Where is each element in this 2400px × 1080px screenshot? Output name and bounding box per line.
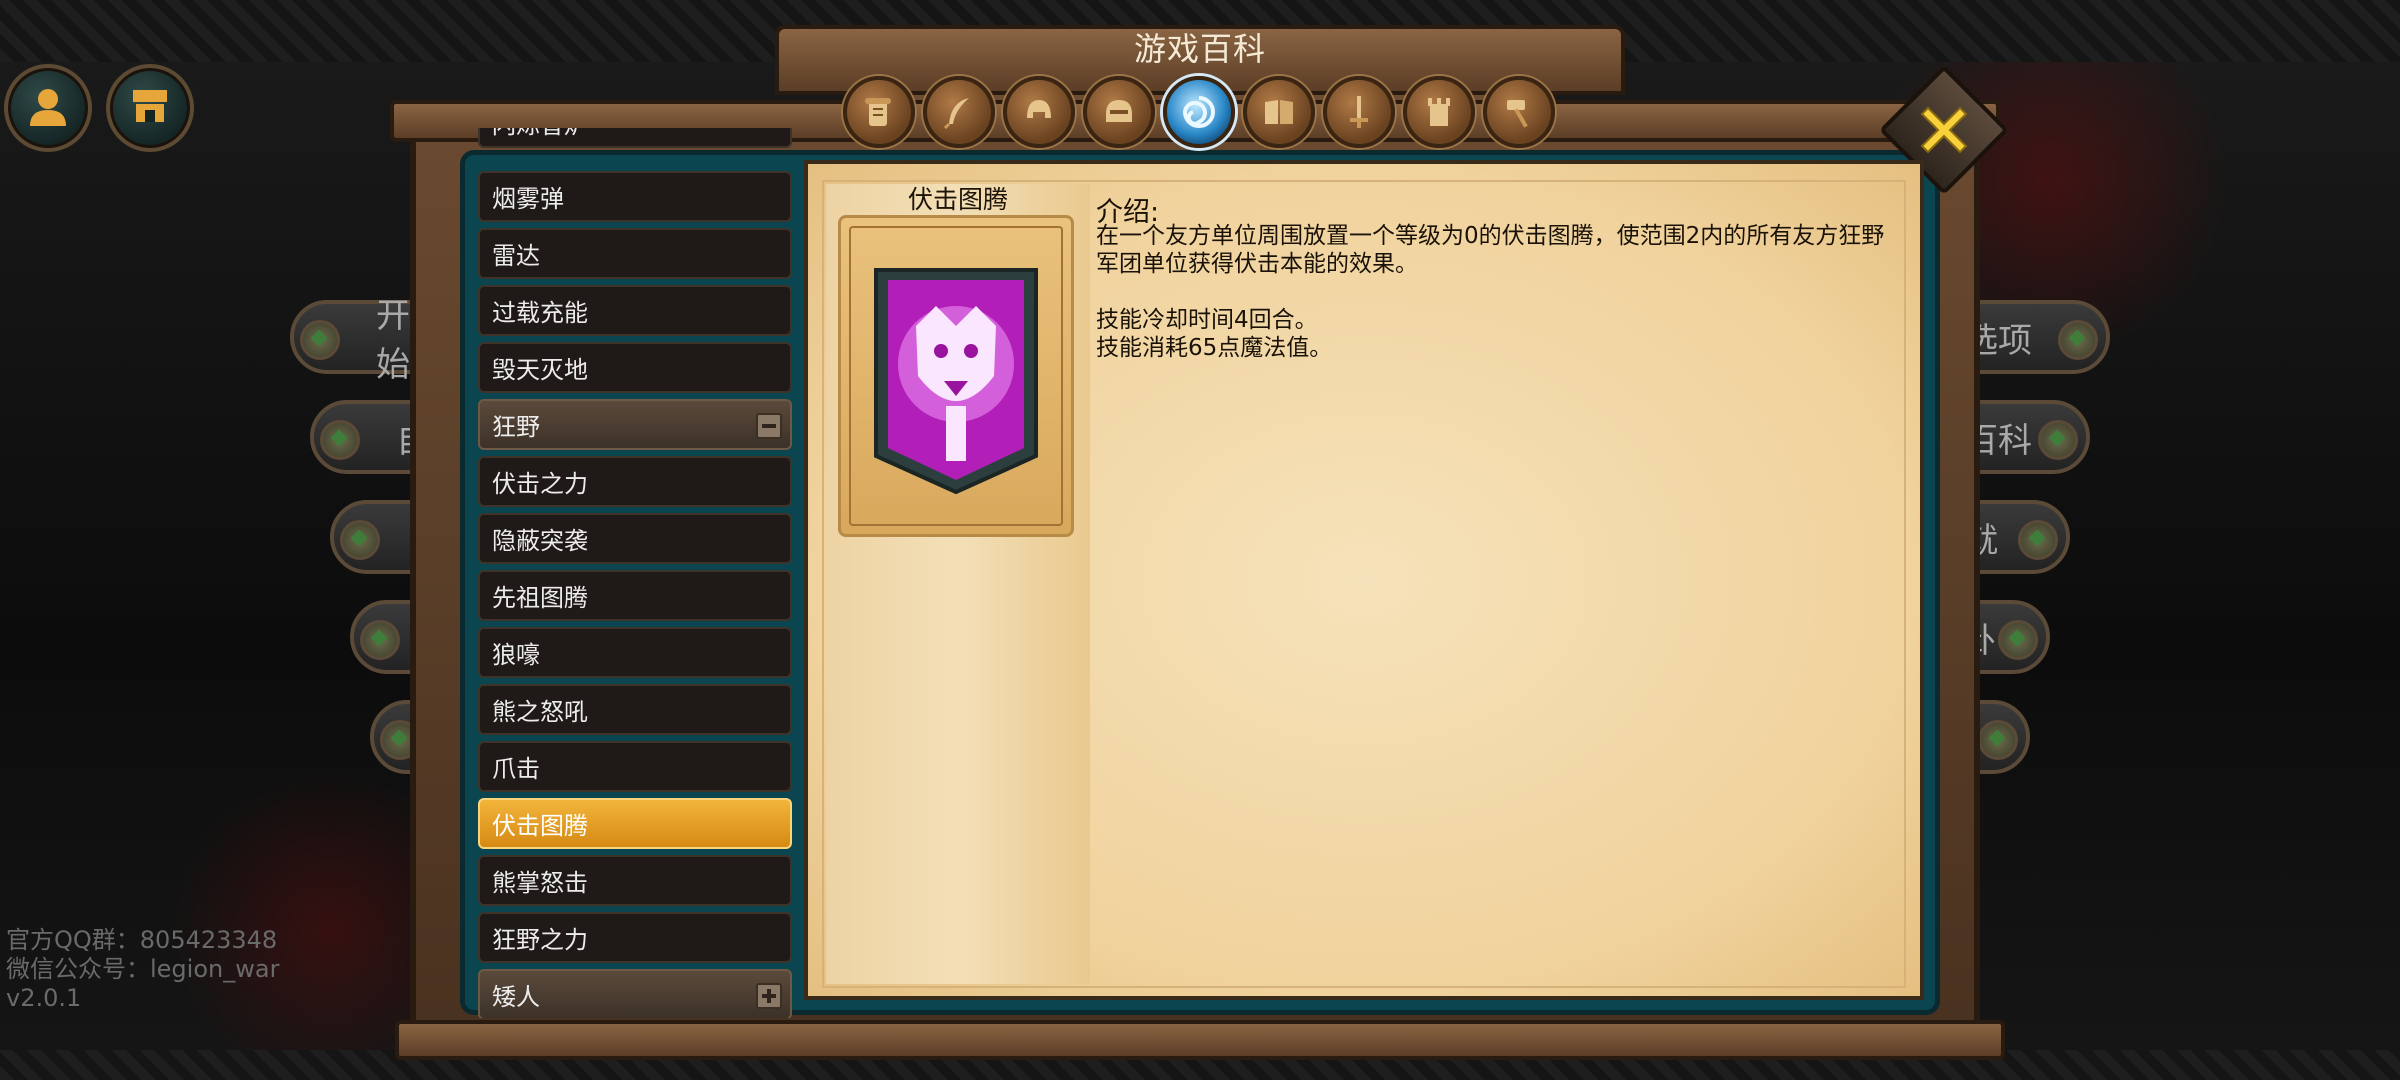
list-item[interactable]: 闪烁香炉 [478, 128, 792, 148]
expand-icon[interactable] [756, 983, 782, 1009]
armored-helmet-icon [1106, 100, 1132, 122]
shop-icon [133, 90, 167, 122]
version-text: v2.0.1 [6, 984, 82, 1012]
feather-icon [943, 98, 969, 130]
gem-icon [1978, 720, 2018, 760]
tab-hammer[interactable] [1483, 76, 1555, 148]
tab-armored-helmet[interactable] [1083, 76, 1155, 148]
close-icon [1920, 106, 1968, 154]
list-item[interactable]: 先祖图腾 [478, 570, 792, 621]
helmet-icon [1027, 100, 1051, 118]
list-item[interactable]: 雷达 [478, 228, 792, 279]
list-item[interactable]: 熊之怒吼 [478, 684, 792, 735]
tab-feather[interactable] [923, 76, 995, 148]
category-tabs [843, 76, 1555, 148]
category-dwarf[interactable]: 矮人 [478, 969, 792, 1018]
list-item[interactable]: 隐蔽突袭 [478, 513, 792, 564]
gem-icon [2018, 520, 2058, 560]
list-item[interactable]: 狼嚎 [478, 627, 792, 678]
tab-tower[interactable] [1403, 76, 1475, 148]
list-item[interactable]: 毁天灭地 [478, 342, 792, 393]
dialog-title: 游戏百科 [1133, 30, 1266, 68]
list-item[interactable]: 狂野之力 [478, 912, 792, 963]
skill-icon-card [838, 215, 1074, 537]
scroll-icon [865, 98, 891, 126]
tab-book[interactable] [1243, 76, 1315, 148]
bear-totem-icon [874, 268, 1038, 495]
skill-name: 伏击图腾 [907, 185, 1008, 214]
gem-icon [2038, 420, 2078, 460]
list-item[interactable]: 烟雾弹 [478, 171, 792, 222]
category-wild[interactable]: 狂野 [478, 399, 792, 450]
tab-scroll[interactable] [843, 76, 915, 148]
description-text: 在一个友方单位周围放置一个等级为0的伏击图腾，使范围2内的所有友方狂野军团单位获… [1096, 223, 1885, 361]
hammer-icon [1507, 100, 1528, 128]
wechat-text: 微信公众号：legion_war [6, 955, 280, 983]
shop-button[interactable] [106, 64, 194, 152]
profile-button[interactable] [4, 64, 92, 152]
gem-icon [1998, 620, 2038, 660]
tower-icon [1428, 98, 1450, 126]
collapse-icon[interactable] [756, 413, 782, 439]
list-item[interactable]: 熊掌怒击 [478, 855, 792, 906]
magic-swirl-icon [1182, 96, 1215, 128]
qq-group-text: 官方QQ群：805423348 [6, 926, 278, 954]
dialog-frame-bottom [395, 1020, 2005, 1060]
footer-info: 官方QQ群：805423348 微信公众号：legion_war v2.0.1 [6, 926, 279, 1013]
list-item-selected[interactable]: 伏击图腾 [478, 798, 792, 849]
sword-icon [1350, 96, 1368, 128]
skill-list[interactable]: 闪烁香炉 烟雾弹 雷达 过载充能 毁天灭地 狂野 伏击之力 隐蔽突袭 先祖图腾 … [478, 128, 792, 1018]
person-icon [30, 89, 66, 126]
gem-icon [340, 520, 380, 560]
gem-icon [300, 320, 340, 360]
tab-magic[interactable] [1163, 76, 1235, 148]
book-icon [1265, 100, 1293, 124]
list-item[interactable]: 爪击 [478, 741, 792, 792]
gem-icon [2058, 320, 2098, 360]
gem-icon [360, 620, 400, 660]
list-item[interactable]: 过载充能 [478, 285, 792, 336]
gem-icon [320, 420, 360, 460]
tab-helmet[interactable] [1003, 76, 1075, 148]
list-item[interactable]: 伏击之力 [478, 456, 792, 507]
tab-sword[interactable] [1323, 76, 1395, 148]
